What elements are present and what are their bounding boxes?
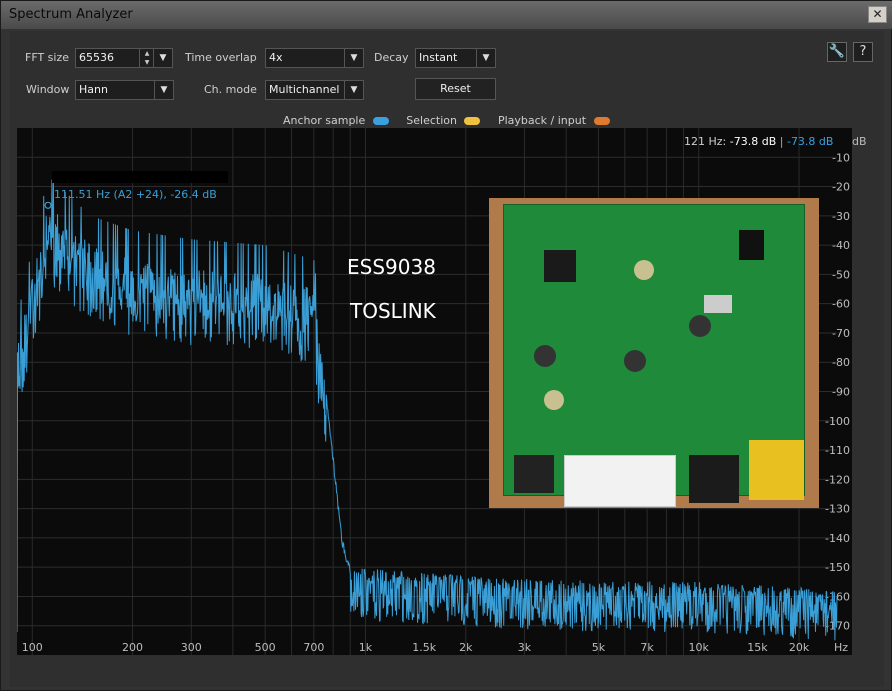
chevron-down-icon[interactable]: ▼ (154, 81, 173, 99)
close-button[interactable]: ✕ (868, 6, 887, 23)
chip-label: ESS9038 (347, 255, 436, 279)
capacitor (544, 390, 564, 410)
y-tick-label: -90 (832, 386, 850, 399)
wrench-icon[interactable]: 🔧 (827, 42, 847, 62)
y-tick-label: -70 (832, 327, 850, 340)
redacted-bar (52, 171, 228, 183)
y-tick-label: -50 (832, 268, 850, 281)
x-tick-label: 15k (747, 641, 768, 654)
ch-mode-value: Multichannel (269, 83, 340, 96)
fft-size-value: 65536 (79, 51, 114, 64)
ch-mode-label: Ch. mode (204, 83, 257, 96)
y-tick-label: -150 (825, 561, 850, 574)
x-tick-label: 700 (303, 641, 324, 654)
fft-size-spinner[interactable]: ▲ ▼ (139, 49, 154, 67)
legend-selection-label: Selection (406, 114, 457, 127)
x-tick-label: 1.5k (412, 641, 436, 654)
y-tick-label: -120 (825, 473, 850, 486)
y-tick-label: -20 (832, 181, 850, 194)
ch-mode-select[interactable]: Multichannel ▼ (265, 80, 364, 100)
help-icon[interactable]: ? (853, 42, 873, 62)
x-tick-label: 10k (689, 641, 710, 654)
ic-chip-2 (739, 230, 764, 260)
y-tick-label: -160 (825, 590, 850, 603)
crystal (704, 295, 732, 313)
decay-select[interactable]: Instant ▼ (415, 48, 496, 68)
playback-swatch (593, 117, 610, 125)
x-tick-label: 5k (592, 641, 606, 654)
y-tick-label: -80 (832, 356, 850, 369)
time-overlap-value: 4x (269, 51, 283, 64)
cursor-readout: 121 Hz: -73.8 dB | -73.8 dB (684, 135, 833, 148)
chevron-down-icon[interactable]: ▼ (344, 49, 363, 67)
window-title: Spectrum Analyzer (9, 7, 133, 22)
chevron-down-icon[interactable]: ▼ (344, 81, 363, 99)
optical-jack (514, 455, 554, 493)
y-tick-label: -140 (825, 532, 850, 545)
x-unit-label: Hz (834, 641, 848, 654)
readout-right-db: -73.8 dB (786, 135, 834, 148)
x-tick-label: 100 (22, 641, 43, 654)
capacitor (689, 315, 711, 337)
x-tick-label: 20k (789, 641, 810, 654)
x-tick-label: 2k (459, 641, 473, 654)
reset-button[interactable]: Reset (415, 78, 496, 100)
capacitor (634, 260, 654, 280)
window-value: Hann (79, 83, 108, 96)
legend-anchor-label: Anchor sample (283, 114, 366, 127)
readout-separator: | (779, 135, 784, 148)
x-tick-label: 500 (255, 641, 276, 654)
toslink-jack (689, 455, 739, 503)
y-tick-label: -110 (825, 444, 850, 457)
decay-label: Decay (374, 51, 409, 64)
decay-value: Instant (419, 51, 458, 64)
chevron-down-icon[interactable]: ▼ (476, 49, 495, 67)
legend-playback-label: Playback / input (497, 114, 587, 127)
y-tick-label: -40 (832, 239, 850, 252)
readout-freq: 121 Hz: (684, 135, 727, 148)
chevron-down-icon[interactable]: ▼ (153, 49, 172, 67)
window-select[interactable]: Hann ▼ (75, 80, 174, 100)
x-tick-label: 7k (640, 641, 654, 654)
y-tick-label: -130 (825, 503, 850, 516)
anchor-swatch (372, 117, 389, 125)
spectrum-analyzer-window: Spectrum Analyzer ✕ FFT size 65536 ▲ ▼ ▼ … (0, 0, 892, 691)
x-tick-label: 200 (122, 641, 143, 654)
selection-swatch (464, 117, 481, 125)
ic-chip (544, 250, 576, 282)
readout-left-db: -73.8 dB (729, 135, 777, 148)
y-tick-label: -30 (832, 210, 850, 223)
capacitor (624, 350, 646, 372)
db-unit-label: dB (852, 135, 867, 148)
legend-bar: Anchor sample Selection Playback / input (283, 114, 610, 127)
x-tick-label: 300 (181, 641, 202, 654)
y-tick-label: -60 (832, 298, 850, 311)
fft-size-label: FFT size (25, 51, 70, 64)
time-overlap-label: Time overlap (185, 51, 257, 64)
time-overlap-select[interactable]: 4x ▼ (265, 48, 364, 68)
rca-connector (564, 455, 676, 507)
fft-size-select[interactable]: 65536 ▲ ▼ ▼ (75, 48, 173, 68)
title-bar[interactable]: Spectrum Analyzer ✕ (1, 1, 892, 29)
y-tick-label: -10 (832, 151, 850, 164)
x-tick-label: 3k (518, 641, 532, 654)
x-tick-label: 1k (359, 641, 373, 654)
window-label: Window (26, 83, 70, 96)
capacitor (534, 345, 556, 367)
marker-label: 111.51 Hz (A2 +24), -26.4 dB (54, 188, 217, 201)
y-tick-label: -170 (825, 620, 850, 633)
y-tick-label: -100 (825, 415, 850, 428)
interface-label: TOSLINK (350, 299, 436, 323)
pcb-board (503, 204, 805, 507)
yellow-connector (749, 440, 804, 500)
pcb-photo (489, 198, 819, 508)
